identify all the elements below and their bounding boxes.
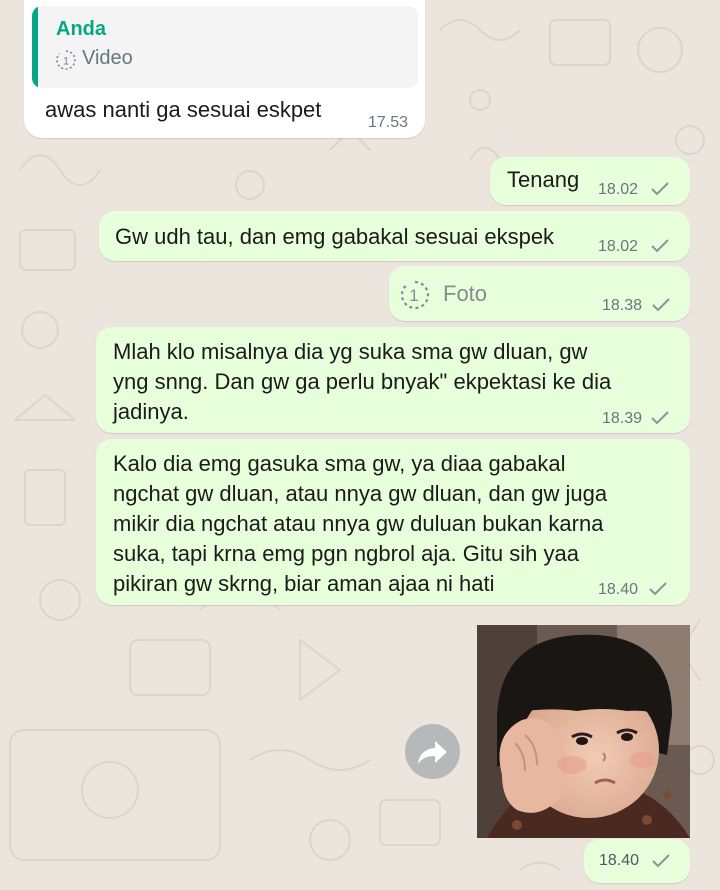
quoted-message[interactable]: Anda 1 Video (32, 6, 418, 88)
sent-check-icon (652, 298, 670, 312)
message-time: 18.02 (598, 238, 639, 255)
outgoing-message-bubble[interactable]: Kalo dia emg gasuka sma gw, ya diaa gaba… (96, 439, 690, 605)
forward-arrow-icon (418, 741, 447, 764)
sent-check-icon (651, 411, 669, 425)
message-text-line: mikir dia ngchat atau nnya gw duluan buk… (113, 511, 604, 536)
sent-check-icon (651, 239, 669, 253)
outgoing-message-bubble[interactable]: Mlah klo misalnya dia yg suka sma gw dlu… (96, 327, 690, 433)
sent-check-icon (651, 182, 669, 196)
quote-type-label: Video (82, 47, 133, 69)
view-once-icon: 1 (400, 280, 430, 310)
message-text-line: ngchat gw dluan, atau nnya gw dluan, dan… (113, 481, 608, 506)
message-time: 18.40 (598, 581, 639, 598)
quote-accent-bar (32, 6, 38, 88)
outgoing-message-bubble[interactable]: Gw udh tau, dan emg gabakal sesuai ekspe… (99, 211, 690, 261)
sticker-image[interactable] (477, 625, 690, 838)
forward-button[interactable] (405, 724, 460, 779)
sent-check-icon (652, 854, 670, 868)
sticker-toddler-resting-cheek-on-hand (477, 625, 690, 838)
svg-text:1: 1 (63, 56, 69, 68)
message-text-line: yng snng. Dan gw ga perlu bnyak" ekpekta… (113, 369, 612, 394)
message-text: Tenang (507, 167, 580, 192)
svg-text:1: 1 (409, 286, 418, 305)
incoming-reply-bubble[interactable]: Anda 1 Video awas nanti ga sesuai eskpet… (24, 0, 425, 138)
message-text-line: Kalo dia emg gasuka sma gw, ya diaa gaba… (113, 451, 566, 476)
message-time: 17.53 (368, 114, 409, 131)
message-text-line: pikiran gw skrng, biar aman ajaa ni hati (113, 571, 495, 596)
message-time: 18.39 (602, 410, 643, 427)
view-once-label: Foto (443, 281, 488, 306)
message-time: 18.40 (599, 852, 640, 869)
message-text: Gw udh tau, dan emg gabakal sesuai ekspe… (115, 224, 555, 249)
message-time: 18.02 (598, 181, 639, 198)
quote-author: Anda (56, 18, 106, 40)
sticker-time-bubble: 18.40 (584, 839, 690, 883)
message-text-line: Mlah klo misalnya dia yg suka sma gw dlu… (113, 339, 588, 364)
message-text-line: jadinya. (113, 399, 189, 424)
message-text-line: suka, tapi krna emg pgn ngbrol aja. Gitu… (113, 541, 579, 566)
message-text: awas nanti ga sesuai eskpet (45, 97, 322, 122)
view-once-photo-bubble[interactable] (389, 266, 690, 321)
message-time: 18.38 (602, 297, 643, 314)
sent-check-icon (649, 582, 667, 596)
view-once-icon: 1 (56, 50, 76, 70)
outgoing-message-bubble[interactable]: Tenang 18.02 (490, 157, 690, 205)
